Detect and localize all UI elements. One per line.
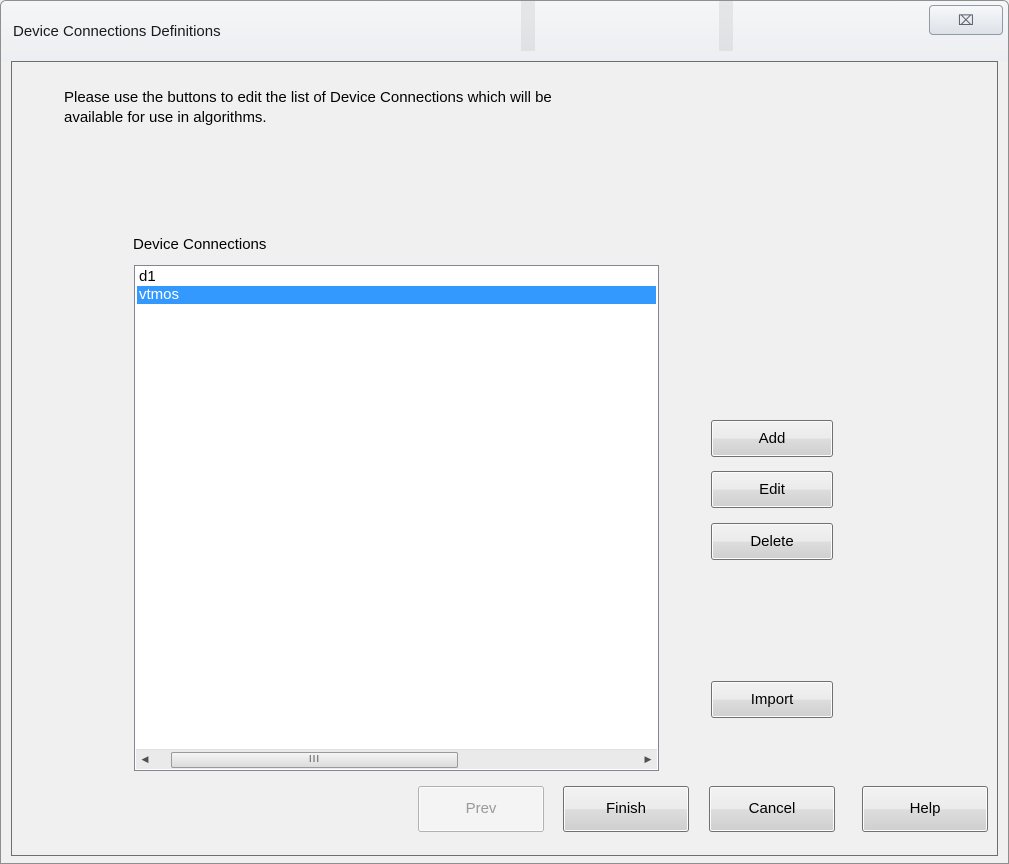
help-button[interactable]: Help	[862, 786, 988, 832]
title-bar-streak	[521, 1, 535, 51]
window-title: Device Connections Definitions	[13, 23, 221, 40]
import-button[interactable]: Import	[711, 681, 833, 718]
horizontal-scrollbar[interactable]: ◀ III ▶	[136, 749, 657, 769]
title-bar-streak	[719, 1, 733, 51]
delete-button[interactable]: Delete	[711, 523, 833, 560]
device-connections-listbox[interactable]: d1 vtmos ◀ III ▶	[134, 265, 659, 771]
scroll-left-icon[interactable]: ◀	[136, 750, 154, 769]
close-icon: ⌧	[957, 12, 975, 28]
device-connections-label: Device Connections	[133, 236, 267, 253]
list-item[interactable]: d1	[137, 268, 656, 286]
instructions-text: Please use the buttons to edit the list …	[64, 88, 704, 128]
title-bar[interactable]: Device Connections Definitions ⌧	[1, 1, 1008, 61]
finish-button[interactable]: Finish	[563, 786, 689, 832]
instructions-line-2: available for use in algorithms.	[64, 109, 267, 126]
cancel-button[interactable]: Cancel	[709, 786, 835, 832]
list-item[interactable]: vtmos	[137, 286, 656, 304]
dialog-body: Please use the buttons to edit the list …	[11, 61, 998, 856]
list-items: d1 vtmos	[137, 268, 656, 304]
scrollbar-grip-icon: III	[308, 754, 321, 765]
close-button[interactable]: ⌧	[929, 5, 1003, 35]
edit-button[interactable]: Edit	[711, 471, 833, 508]
add-button[interactable]: Add	[711, 420, 833, 457]
scroll-right-icon[interactable]: ▶	[639, 750, 657, 769]
dialog-window: Device Connections Definitions ⌧ Please …	[0, 0, 1009, 864]
scrollbar-thumb[interactable]: III	[171, 752, 458, 768]
prev-button[interactable]: Prev	[418, 786, 544, 832]
instructions-line-1: Please use the buttons to edit the list …	[64, 89, 552, 106]
